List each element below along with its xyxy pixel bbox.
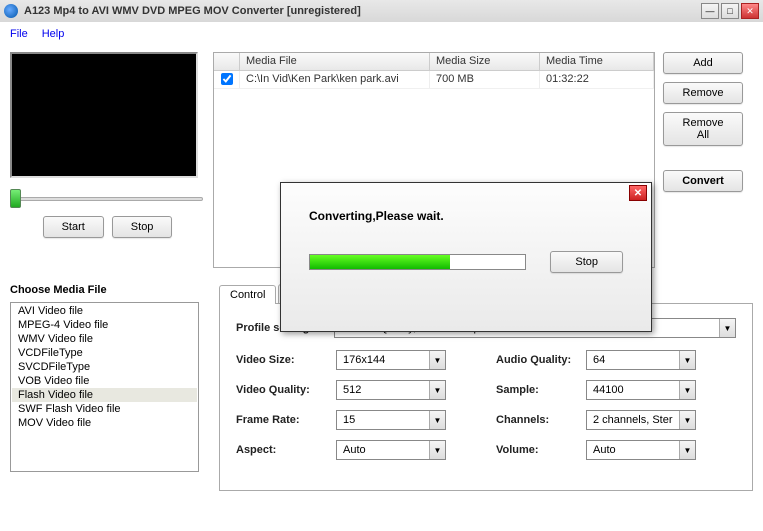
dialog-close-button[interactable]: ✕ (629, 185, 647, 201)
chevron-down-icon: ▼ (679, 351, 695, 369)
converting-dialog: ✕ Converting,Please wait. Stop (280, 182, 652, 332)
chevron-down-icon: ▼ (429, 351, 445, 369)
media-type-list[interactable]: AVI Video fileMPEG-4 Video fileWMV Video… (10, 302, 199, 472)
video-quality-label: Video Quality: (236, 384, 326, 396)
menu-help[interactable]: Help (38, 26, 69, 42)
audio-quality-label: Audio Quality: (496, 354, 576, 366)
aspect-select[interactable]: Auto▼ (336, 440, 446, 460)
sample-select[interactable]: 44100▼ (586, 380, 696, 400)
chevron-down-icon: ▼ (679, 381, 695, 399)
video-quality-select[interactable]: 512▼ (336, 380, 446, 400)
list-item[interactable]: Flash Video file (12, 388, 197, 402)
titlebar: A123 Mp4 to AVI WMV DVD MPEG MOV Convert… (0, 0, 763, 22)
col-media-file[interactable]: Media File (240, 53, 430, 70)
list-item[interactable]: VOB Video file (12, 374, 197, 388)
seek-thumb[interactable] (10, 189, 21, 208)
maximize-button[interactable]: □ (721, 3, 739, 19)
sample-label: Sample: (496, 384, 576, 396)
chevron-down-icon: ▼ (679, 411, 695, 429)
col-media-time[interactable]: Media Time (540, 53, 654, 70)
frame-rate-select[interactable]: 15▼ (336, 410, 446, 430)
video-size-select[interactable]: 176x144▼ (336, 350, 446, 370)
list-item[interactable]: MOV Video file (12, 416, 197, 430)
stop-button[interactable]: Stop (112, 216, 173, 238)
app-icon (4, 4, 18, 18)
window-title: A123 Mp4 to AVI WMV DVD MPEG MOV Convert… (24, 5, 701, 17)
cell-size: 700 MB (430, 71, 540, 88)
list-item[interactable]: AVI Video file (12, 304, 197, 318)
list-item[interactable]: MPEG-4 Video file (12, 318, 197, 332)
chevron-down-icon: ▼ (429, 411, 445, 429)
aspect-label: Aspect: (236, 444, 326, 456)
dialog-stop-button[interactable]: Stop (550, 251, 623, 273)
col-media-size[interactable]: Media Size (430, 53, 540, 70)
chevron-down-icon: ▼ (429, 441, 445, 459)
cell-time: 01:32:22 (540, 71, 654, 88)
remove-button[interactable]: Remove (663, 82, 743, 104)
frame-rate-label: Frame Rate: (236, 414, 326, 426)
chevron-down-icon: ▼ (429, 381, 445, 399)
seek-slider[interactable] (10, 188, 205, 208)
remove-all-button[interactable]: Remove All (663, 112, 743, 146)
video-preview (10, 52, 198, 178)
channels-select[interactable]: 2 channels, Ster▼ (586, 410, 696, 430)
video-size-label: Video Size: (236, 354, 326, 366)
audio-quality-select[interactable]: 64▼ (586, 350, 696, 370)
col-check[interactable] (214, 53, 240, 70)
cell-file: C:\In Vid\Ken Park\ken park.avi (240, 71, 430, 88)
start-button[interactable]: Start (43, 216, 104, 238)
chevron-down-icon: ▼ (679, 441, 695, 459)
list-item[interactable]: SVCDFileType (12, 360, 197, 374)
chevron-down-icon: ▼ (719, 319, 735, 337)
volume-label: Volume: (496, 444, 576, 456)
list-item[interactable]: WMV Video file (12, 332, 197, 346)
choose-title: Choose Media File (10, 284, 199, 296)
list-item[interactable]: VCDFileType (12, 346, 197, 360)
close-button[interactable]: ✕ (741, 3, 759, 19)
table-row[interactable]: C:\In Vid\Ken Park\ken park.avi 700 MB 0… (214, 71, 654, 89)
minimize-button[interactable]: — (701, 3, 719, 19)
volume-select[interactable]: Auto▼ (586, 440, 696, 460)
dialog-message: Converting,Please wait. (309, 209, 623, 223)
tab-control[interactable]: Control (219, 285, 276, 304)
convert-button[interactable]: Convert (663, 170, 743, 192)
progress-bar (309, 254, 526, 270)
menubar: File Help (0, 22, 763, 44)
channels-label: Channels: (496, 414, 576, 426)
row-checkbox[interactable] (221, 73, 233, 85)
list-item[interactable]: SWF Flash Video file (12, 402, 197, 416)
add-button[interactable]: Add (663, 52, 743, 74)
menu-file[interactable]: File (6, 26, 32, 42)
